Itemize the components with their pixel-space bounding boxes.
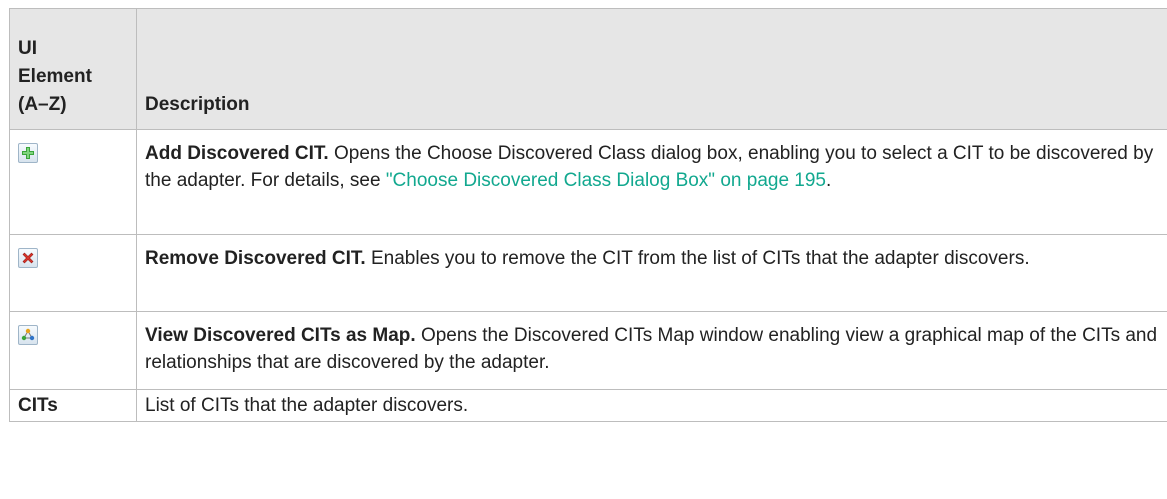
header-description: Description (136, 8, 1167, 130)
header-ui-element: UI Element (A–Z) (9, 8, 137, 130)
row-term: View Discovered CITs as Map. (145, 325, 416, 346)
remove-x-icon[interactable] (18, 248, 38, 268)
element-cell (9, 311, 137, 390)
table-row: Remove Discovered CIT. Enables you to re… (9, 234, 1167, 312)
row-text-end: . (826, 170, 832, 191)
element-cell: CITs (9, 389, 137, 422)
description-cell: List of CITs that the adapter discovers. (136, 389, 1167, 422)
header-ui-element-line2: Element (18, 66, 92, 87)
ui-elements-table: UI Element (A–Z) Description Add Discovere… (9, 8, 1167, 422)
element-cell (9, 234, 137, 312)
table-header: UI Element (A–Z) Description (9, 8, 1167, 130)
description-cell: View Discovered CITs as Map. Opens the D… (136, 311, 1167, 390)
map-view-icon[interactable] (18, 325, 38, 345)
header-row: UI Element (A–Z) Description (9, 8, 1167, 130)
table-row: CITs List of CITs that the adapter disco… (9, 389, 1167, 422)
element-label-cits: CITs (18, 395, 58, 416)
row-term: Add Discovered CIT. (145, 143, 329, 164)
add-plus-icon[interactable] (18, 143, 38, 163)
description-cell: Remove Discovered CIT. Enables you to re… (136, 234, 1167, 312)
table-row: Add Discovered CIT. Opens the Choose Dis… (9, 129, 1167, 235)
header-ui-element-line3: (A–Z) (18, 94, 67, 115)
cross-reference-link[interactable]: "Choose Discovered Class Dialog Box" on … (386, 170, 826, 191)
header-ui-element-line1: UI (18, 38, 37, 59)
row-text: Enables you to remove the CIT from the l… (365, 248, 1030, 269)
element-cell (9, 129, 137, 235)
table-row: View Discovered CITs as Map. Opens the D… (9, 311, 1167, 390)
description-cell: Add Discovered CIT. Opens the Choose Dis… (136, 129, 1167, 235)
row-text: List of CITs that the adapter discovers. (145, 395, 469, 416)
row-term: Remove Discovered CIT. (145, 248, 366, 269)
